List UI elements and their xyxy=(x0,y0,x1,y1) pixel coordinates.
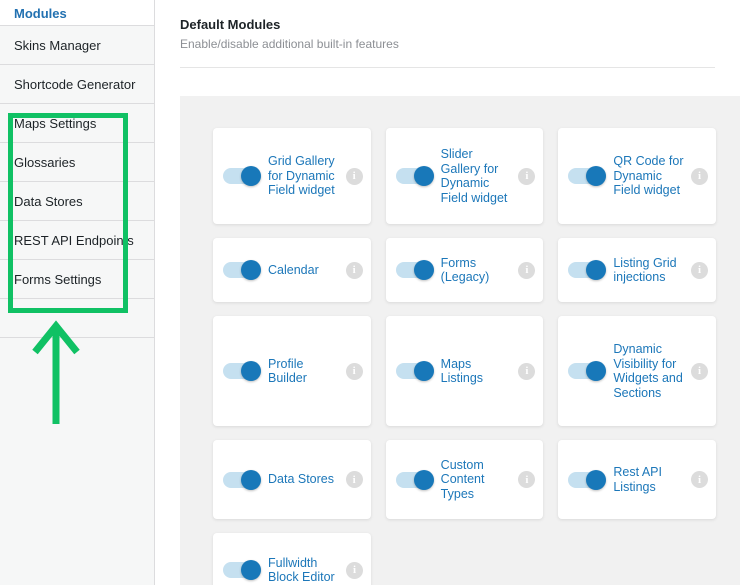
module-card[interactable]: Dynamic Visibility for Widgets and Secti… xyxy=(558,316,717,426)
module-card[interactable]: Slider Gallery for Dynamic Field widget … xyxy=(385,128,544,224)
toggle-knob xyxy=(241,166,261,186)
module-label[interactable]: Calendar xyxy=(268,263,339,278)
sidebar-item-empty[interactable] xyxy=(0,299,154,338)
module-toggle[interactable] xyxy=(568,469,607,490)
header-divider xyxy=(180,67,715,68)
toggle-knob xyxy=(413,260,434,280)
module-card[interactable]: Custom Content Types i xyxy=(385,440,544,519)
info-icon[interactable]: i xyxy=(518,261,536,279)
toggle-knob xyxy=(241,469,261,490)
info-icon[interactable]: i xyxy=(346,561,363,579)
page-title: Default Modules xyxy=(180,17,281,32)
modules-row: Grid Gallery for Dynamic Field widget i … xyxy=(213,128,717,224)
toggle-knob xyxy=(586,469,607,490)
module-label[interactable]: Dynamic Visibility for Widgets and Secti… xyxy=(613,342,684,400)
info-icon[interactable]: i xyxy=(691,261,709,279)
module-toggle[interactable] xyxy=(395,260,434,280)
sidebar-item-data-stores[interactable]: Data Stores xyxy=(0,182,154,221)
sidebar-item-skins-manager[interactable]: Skins Manager xyxy=(0,26,154,65)
module-toggle[interactable] xyxy=(223,166,261,186)
modules-row: Data Stores i Custom Content Types i Res… xyxy=(213,440,717,519)
module-label[interactable]: QR Code for Dynamic Field widget xyxy=(613,154,684,198)
info-icon[interactable]: i xyxy=(345,167,363,185)
module-label[interactable]: Profile Builder xyxy=(268,357,339,386)
module-label[interactable]: Slider Gallery for Dynamic Field widget xyxy=(441,147,512,205)
info-icon[interactable]: i xyxy=(345,261,363,279)
sidebar-filler xyxy=(0,338,154,578)
module-toggle[interactable] xyxy=(223,260,261,280)
settings-page: Modules Skins Manager Shortcode Generato… xyxy=(0,0,740,585)
page-subtitle: Enable/disable additional built-in featu… xyxy=(180,37,399,51)
module-label[interactable]: Maps Listings xyxy=(441,357,512,386)
module-card[interactable]: Listing Grid injections i xyxy=(558,238,717,302)
module-card[interactable]: Grid Gallery for Dynamic Field widget i xyxy=(213,128,371,224)
info-icon[interactable]: i xyxy=(518,167,536,185)
toggle-knob xyxy=(586,361,607,381)
module-toggle[interactable] xyxy=(395,361,434,381)
toggle-knob xyxy=(586,166,607,186)
module-label[interactable]: Custom Content Types xyxy=(441,458,512,502)
module-toggle[interactable] xyxy=(395,166,434,186)
module-label[interactable]: Fullwidth Block Editor xyxy=(268,556,339,585)
info-icon[interactable]: i xyxy=(345,471,363,488)
sidebar: Modules Skins Manager Shortcode Generato… xyxy=(0,0,155,585)
main-content: Default Modules Enable/disable additiona… xyxy=(155,0,740,585)
module-card[interactable]: Profile Builder i xyxy=(213,316,371,426)
content-header: Default Modules Enable/disable additiona… xyxy=(155,0,740,51)
module-toggle[interactable] xyxy=(223,560,261,580)
module-card[interactable]: Data Stores i xyxy=(213,440,371,519)
info-icon[interactable]: i xyxy=(691,471,709,488)
module-toggle[interactable] xyxy=(568,361,607,381)
sidebar-item-forms-settings[interactable]: Forms Settings xyxy=(0,260,154,299)
module-toggle[interactable] xyxy=(568,260,607,280)
module-card[interactable]: Forms (Legacy) i xyxy=(385,238,544,302)
module-toggle[interactable] xyxy=(223,469,261,490)
module-label[interactable]: Grid Gallery for Dynamic Field widget xyxy=(268,154,339,198)
modules-panel: Grid Gallery for Dynamic Field widget i … xyxy=(180,96,740,585)
sidebar-item-shortcode-generator[interactable]: Shortcode Generator xyxy=(0,65,154,104)
module-card[interactable]: Rest API Listings i xyxy=(558,440,717,519)
modules-row: Profile Builder i Maps Listings i Dynami… xyxy=(213,316,717,426)
module-toggle[interactable] xyxy=(223,361,261,381)
info-icon[interactable]: i xyxy=(518,362,536,380)
toggle-knob xyxy=(241,260,261,280)
toggle-knob xyxy=(413,469,434,490)
module-card[interactable]: Fullwidth Block Editor i xyxy=(213,533,371,585)
sidebar-item-glossaries[interactable]: Glossaries xyxy=(0,143,154,182)
modules-row: Calendar i Forms (Legacy) i Listing Grid… xyxy=(213,238,717,302)
module-toggle[interactable] xyxy=(395,469,434,490)
toggle-knob xyxy=(586,260,607,280)
module-label[interactable]: Forms (Legacy) xyxy=(441,256,512,285)
sidebar-title: Modules xyxy=(0,0,154,25)
module-label[interactable]: Data Stores xyxy=(268,472,339,487)
sidebar-item-rest-api-endpoints[interactable]: REST API Endpoints xyxy=(0,221,154,260)
info-icon[interactable]: i xyxy=(518,471,536,488)
sidebar-item-maps-settings[interactable]: Maps Settings xyxy=(0,104,154,143)
info-icon[interactable]: i xyxy=(691,167,709,185)
module-label[interactable]: Listing Grid injections xyxy=(613,256,684,285)
module-label[interactable]: Rest API Listings xyxy=(613,465,684,494)
module-card[interactable]: Maps Listings i xyxy=(385,316,544,426)
module-card[interactable]: QR Code for Dynamic Field widget i xyxy=(558,128,717,224)
sidebar-nav-list: Skins Manager Shortcode Generator Maps S… xyxy=(0,25,154,338)
info-icon[interactable]: i xyxy=(345,362,363,380)
module-toggle[interactable] xyxy=(568,166,607,186)
toggle-knob xyxy=(241,560,261,580)
toggle-knob xyxy=(413,166,434,186)
toggle-knob xyxy=(241,361,261,381)
toggle-knob xyxy=(413,361,434,381)
modules-row: Fullwidth Block Editor i xyxy=(213,533,716,585)
module-card[interactable]: Calendar i xyxy=(213,238,371,302)
info-icon[interactable]: i xyxy=(691,362,709,380)
